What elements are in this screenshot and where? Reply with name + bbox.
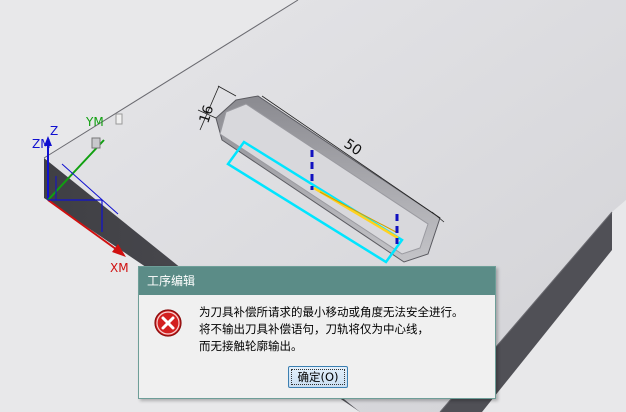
ok-button[interactable]: 确定(O) (288, 366, 348, 388)
error-icon (154, 309, 182, 337)
xm-axis-label: XM (110, 261, 129, 275)
message-line: 为刀具补偿所请求的最小移动或角度无法安全进行。 (199, 305, 464, 319)
dialog-message: 为刀具补偿所请求的最小移动或角度无法安全进行。 将不输出刀具补偿语句，刀轨将仅为… (199, 304, 489, 355)
dialog-body: 为刀具补偿所请求的最小移动或角度无法安全进行。 将不输出刀具补偿语句，刀轨将仅为… (139, 295, 495, 398)
dialog-title[interactable]: 工序编辑 (139, 267, 495, 295)
ym-axis-label: YM (85, 115, 104, 129)
message-line: 而无接触轮廓输出。 (199, 339, 303, 353)
ok-button-label: 确定(O) (291, 369, 345, 385)
z-axis-label: Z (50, 124, 58, 138)
message-line: 将不输出刀具补偿语句，刀轨将仅为中心线， (199, 322, 429, 336)
operation-edit-dialog: 工序编辑 为刀具补偿所请求的最小移动或角度无法安全进行。 将不输出刀具补偿语句，… (138, 266, 496, 399)
zm-axis-label: ZM (32, 137, 51, 151)
